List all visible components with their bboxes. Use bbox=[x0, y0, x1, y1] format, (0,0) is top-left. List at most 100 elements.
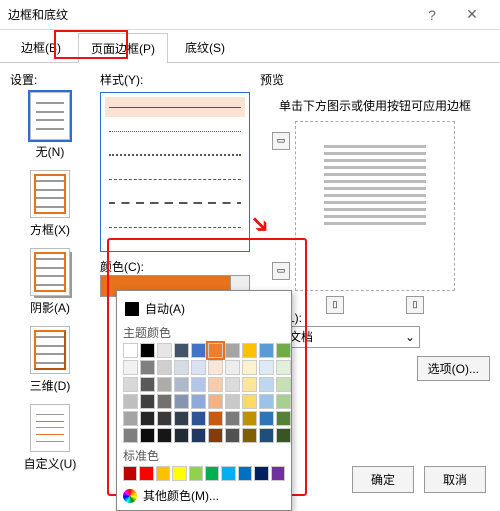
close-button[interactable]: ✕ bbox=[452, 1, 492, 29]
theme-swatch[interactable] bbox=[191, 377, 206, 392]
theme-swatch[interactable] bbox=[276, 394, 291, 409]
more-colors[interactable]: 其他颜色(M)... bbox=[123, 487, 285, 504]
theme-swatch[interactable] bbox=[225, 343, 240, 358]
theme-swatch[interactable] bbox=[208, 343, 223, 358]
standard-swatch[interactable] bbox=[221, 466, 235, 481]
theme-swatch[interactable] bbox=[174, 411, 189, 426]
chevron-down-icon: ⌄ bbox=[405, 330, 415, 344]
theme-swatch[interactable] bbox=[191, 411, 206, 426]
edge-bottom-button[interactable]: ▭ bbox=[272, 262, 290, 280]
tab-page-borders[interactable]: 页面边框(P) bbox=[78, 33, 168, 63]
theme-swatch[interactable] bbox=[276, 411, 291, 426]
theme-swatch[interactable] bbox=[259, 394, 274, 409]
theme-swatch[interactable] bbox=[242, 394, 257, 409]
standard-swatch[interactable] bbox=[254, 466, 268, 481]
theme-swatch[interactable] bbox=[208, 394, 223, 409]
setting-shadow[interactable]: 阴影(A) bbox=[10, 248, 90, 316]
theme-swatch[interactable] bbox=[174, 377, 189, 392]
theme-swatch[interactable] bbox=[174, 394, 189, 409]
theme-swatch[interactable] bbox=[140, 394, 155, 409]
swatch-black-icon bbox=[125, 302, 139, 316]
tab-borders[interactable]: 边框(B) bbox=[8, 32, 74, 62]
color-wheel-icon bbox=[123, 489, 137, 503]
theme-swatch[interactable] bbox=[157, 411, 172, 426]
cancel-button[interactable]: 取消 bbox=[424, 466, 486, 493]
theme-swatch[interactable] bbox=[276, 428, 291, 443]
theme-swatch[interactable] bbox=[123, 360, 138, 375]
style-listbox[interactable] bbox=[100, 92, 250, 252]
theme-swatch[interactable] bbox=[225, 360, 240, 375]
standard-swatch[interactable] bbox=[205, 466, 219, 481]
theme-swatch[interactable] bbox=[242, 343, 257, 358]
theme-swatch[interactable] bbox=[208, 360, 223, 375]
theme-swatch[interactable] bbox=[259, 377, 274, 392]
standard-swatch[interactable] bbox=[189, 466, 203, 481]
theme-swatch[interactable] bbox=[157, 377, 172, 392]
standard-swatch[interactable] bbox=[139, 466, 153, 481]
theme-swatch[interactable] bbox=[123, 394, 138, 409]
setting-3d-label: 三维(D) bbox=[30, 377, 71, 394]
preview-area[interactable]: ▭ ▭ ▯ ▯ bbox=[295, 121, 455, 291]
theme-swatch[interactable] bbox=[174, 428, 189, 443]
theme-swatch[interactable] bbox=[191, 343, 206, 358]
standard-swatch[interactable] bbox=[238, 466, 252, 481]
theme-swatch[interactable] bbox=[140, 377, 155, 392]
ok-button[interactable]: 确定 bbox=[352, 466, 414, 493]
theme-swatch[interactable] bbox=[242, 428, 257, 443]
standard-swatch[interactable] bbox=[123, 466, 137, 481]
more-colors-label: 其他颜色(M)... bbox=[143, 487, 219, 504]
color-popup: 自动(A) 主题颜色 标准色 其他颜色(M)... bbox=[116, 290, 292, 511]
theme-swatch[interactable] bbox=[225, 394, 240, 409]
theme-swatch[interactable] bbox=[174, 343, 189, 358]
theme-swatch[interactable] bbox=[123, 428, 138, 443]
theme-swatch[interactable] bbox=[225, 428, 240, 443]
standard-colors-header: 标准色 bbox=[123, 447, 285, 464]
tab-shading[interactable]: 底纹(S) bbox=[172, 32, 238, 62]
setting-custom[interactable]: 自定义(U) bbox=[10, 404, 90, 472]
theme-swatch[interactable] bbox=[140, 428, 155, 443]
theme-swatch[interactable] bbox=[242, 377, 257, 392]
theme-swatch[interactable] bbox=[123, 411, 138, 426]
theme-swatch[interactable] bbox=[157, 343, 172, 358]
theme-swatch[interactable] bbox=[191, 428, 206, 443]
theme-swatch[interactable] bbox=[157, 360, 172, 375]
theme-swatch[interactable] bbox=[242, 360, 257, 375]
standard-swatch[interactable] bbox=[156, 466, 170, 481]
theme-swatch[interactable] bbox=[259, 343, 274, 358]
theme-swatch[interactable] bbox=[191, 394, 206, 409]
theme-swatch[interactable] bbox=[157, 394, 172, 409]
theme-swatch[interactable] bbox=[208, 411, 223, 426]
help-button[interactable]: ? bbox=[412, 1, 452, 29]
theme-swatch[interactable] bbox=[225, 377, 240, 392]
theme-swatch[interactable] bbox=[276, 377, 291, 392]
edge-top-button[interactable]: ▭ bbox=[272, 132, 290, 150]
standard-swatch[interactable] bbox=[271, 466, 285, 481]
setting-box-label: 方框(X) bbox=[30, 221, 70, 238]
theme-swatch[interactable] bbox=[174, 360, 189, 375]
theme-swatch[interactable] bbox=[225, 411, 240, 426]
theme-swatch[interactable] bbox=[276, 343, 291, 358]
setting-box[interactable]: 方框(X) bbox=[10, 170, 90, 238]
theme-swatch[interactable] bbox=[208, 377, 223, 392]
theme-swatch[interactable] bbox=[259, 411, 274, 426]
setting-none[interactable]: 无(N) bbox=[10, 92, 90, 160]
theme-swatch[interactable] bbox=[157, 428, 172, 443]
theme-swatch[interactable] bbox=[140, 343, 155, 358]
edge-right-button[interactable]: ▯ bbox=[406, 296, 424, 314]
theme-swatch[interactable] bbox=[276, 360, 291, 375]
theme-swatch[interactable] bbox=[259, 360, 274, 375]
color-auto[interactable]: 自动(A) bbox=[123, 297, 285, 320]
theme-swatch[interactable] bbox=[123, 343, 138, 358]
standard-swatch[interactable] bbox=[172, 466, 186, 481]
theme-swatch[interactable] bbox=[259, 428, 274, 443]
edge-left-button[interactable]: ▯ bbox=[326, 296, 344, 314]
theme-swatch[interactable] bbox=[191, 360, 206, 375]
theme-swatch[interactable] bbox=[242, 411, 257, 426]
theme-swatch[interactable] bbox=[123, 377, 138, 392]
theme-swatch[interactable] bbox=[140, 360, 155, 375]
setting-custom-label: 自定义(U) bbox=[24, 455, 77, 472]
theme-swatch[interactable] bbox=[140, 411, 155, 426]
theme-swatch[interactable] bbox=[208, 428, 223, 443]
options-button[interactable]: 选项(O)... bbox=[417, 356, 490, 381]
setting-3d[interactable]: 三维(D) bbox=[10, 326, 90, 394]
